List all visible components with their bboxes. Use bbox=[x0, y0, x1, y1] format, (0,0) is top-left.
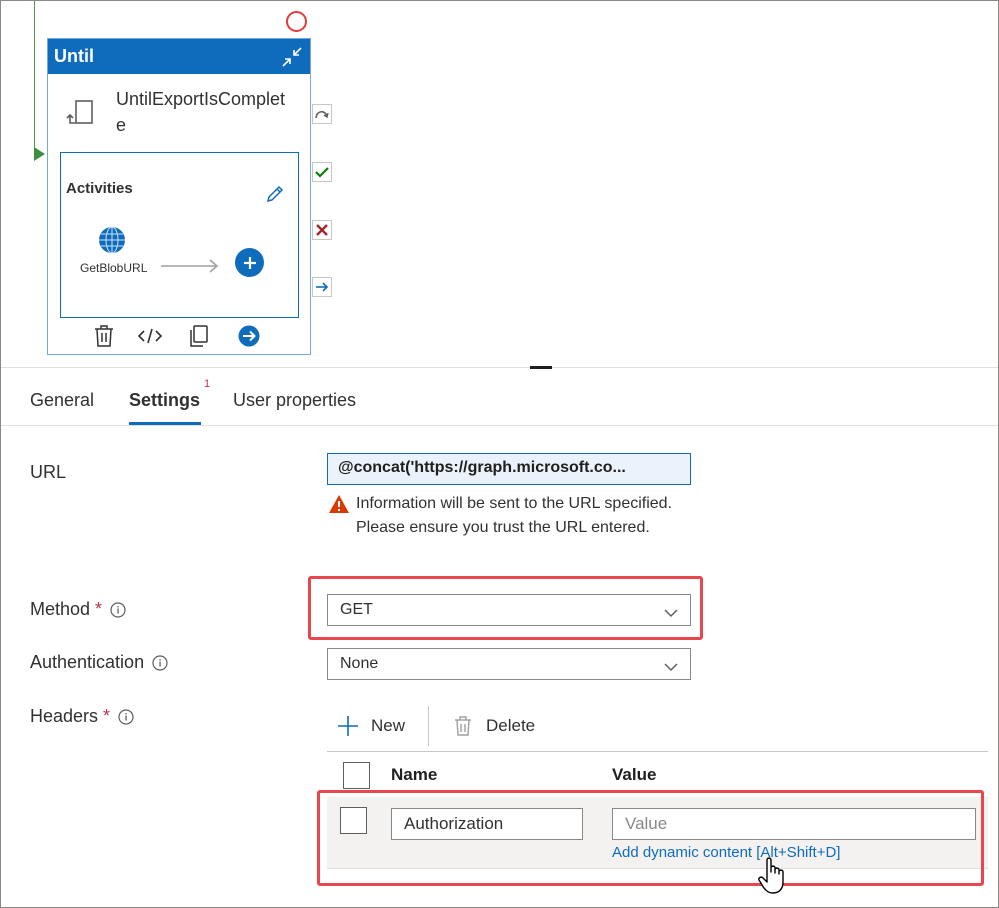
method-selected-value: GET bbox=[340, 601, 373, 618]
web-activity-name[interactable]: GetBlobURL bbox=[80, 261, 156, 275]
url-warning-text: Information will be sent to the URL spec… bbox=[356, 495, 673, 536]
headers-required-marker: * bbox=[103, 706, 111, 726]
add-activity-plus-icon[interactable] bbox=[235, 248, 264, 277]
pane-splitter bbox=[1, 367, 998, 368]
pipeline-canvas[interactable]: Until UntilExportIsComplete Activities G… bbox=[1, 1, 998, 367]
authentication-label: Authentication bbox=[30, 652, 168, 673]
toolbar-separator bbox=[428, 706, 429, 746]
url-input[interactable]: @concat('https://graph.microsoft.co... bbox=[327, 453, 691, 485]
trash-icon[interactable] bbox=[92, 324, 116, 348]
column-header-value: Value bbox=[612, 765, 657, 784]
headers-highlight-box bbox=[317, 790, 984, 886]
headers-grid-divider bbox=[327, 751, 988, 752]
url-label: URL bbox=[30, 462, 66, 483]
loop-icon bbox=[66, 93, 98, 129]
column-header-name: Name bbox=[391, 765, 438, 784]
info-icon[interactable] bbox=[110, 601, 126, 618]
delete-button-label: Delete bbox=[486, 716, 536, 735]
activity-connector-arrow bbox=[160, 259, 220, 273]
info-icon[interactable] bbox=[118, 708, 134, 725]
collapse-icon[interactable] bbox=[279, 44, 305, 70]
headers-label-text: Headers bbox=[30, 706, 99, 726]
url-label-text: URL bbox=[30, 462, 67, 482]
until-name-row: UntilExportIsComplete bbox=[48, 74, 310, 151]
delete-header-button[interactable]: Delete bbox=[454, 706, 535, 746]
method-label: Method * bbox=[30, 599, 126, 620]
plus-icon bbox=[338, 716, 358, 736]
failure-x-icon[interactable] bbox=[312, 220, 332, 240]
method-select[interactable]: GET bbox=[327, 594, 691, 626]
skip-handle-icon[interactable] bbox=[312, 104, 332, 124]
method-label-text: Method bbox=[30, 599, 91, 619]
trash-icon bbox=[455, 716, 471, 736]
select-all-checkbox[interactable] bbox=[343, 762, 370, 789]
headers-toolbar: New Delete bbox=[327, 706, 988, 746]
active-tab-indicator bbox=[129, 422, 201, 425]
until-card-header: Until bbox=[48, 39, 310, 74]
activities-container[interactable]: Activities GetBlobURL bbox=[60, 152, 299, 318]
until-type-label: Until bbox=[54, 46, 94, 66]
until-activity-card[interactable]: Until UntilExportIsComplete Activities G… bbox=[47, 38, 311, 355]
warning-icon bbox=[328, 494, 350, 514]
hand-cursor-icon bbox=[758, 856, 790, 896]
new-header-button[interactable]: New bbox=[337, 706, 405, 746]
tab-user-properties[interactable]: User properties bbox=[233, 390, 356, 411]
tab-settings[interactable]: Settings bbox=[129, 390, 200, 411]
chevron-down-icon bbox=[664, 605, 678, 618]
tab-general[interactable]: General bbox=[30, 390, 94, 411]
tab-settings-badge: 1 bbox=[204, 378, 211, 390]
completion-arrow-icon[interactable] bbox=[312, 277, 332, 297]
authentication-select[interactable]: None bbox=[327, 648, 691, 680]
copy-icon[interactable] bbox=[186, 324, 210, 348]
chevron-down-icon bbox=[664, 659, 678, 672]
output-handles bbox=[312, 104, 334, 304]
until-activity-name: UntilExportIsComplete bbox=[116, 89, 286, 135]
authentication-selected-value: None bbox=[340, 655, 379, 672]
incoming-flow-arrow-icon bbox=[34, 147, 45, 161]
card-toolbar bbox=[48, 322, 310, 352]
go-arrow-icon[interactable] bbox=[237, 324, 261, 348]
authentication-label-text: Authentication bbox=[30, 652, 145, 672]
activities-label: Activities bbox=[66, 180, 133, 197]
method-required-marker: * bbox=[95, 599, 103, 619]
splitter-grip-handle[interactable] bbox=[530, 366, 552, 369]
success-check-icon[interactable] bbox=[312, 162, 332, 182]
info-icon[interactable] bbox=[152, 654, 168, 671]
code-icon[interactable] bbox=[138, 324, 162, 348]
url-warning: Information will be sent to the URL spec… bbox=[328, 492, 698, 540]
pencil-icon[interactable] bbox=[265, 184, 285, 204]
new-button-label: New bbox=[371, 716, 406, 735]
globe-icon[interactable] bbox=[98, 226, 126, 254]
error-circle-icon bbox=[286, 11, 307, 32]
headers-label: Headers * bbox=[30, 706, 134, 727]
properties-tabs: General Settings 1 User properties bbox=[1, 378, 998, 426]
incoming-flow-line bbox=[34, 1, 35, 151]
